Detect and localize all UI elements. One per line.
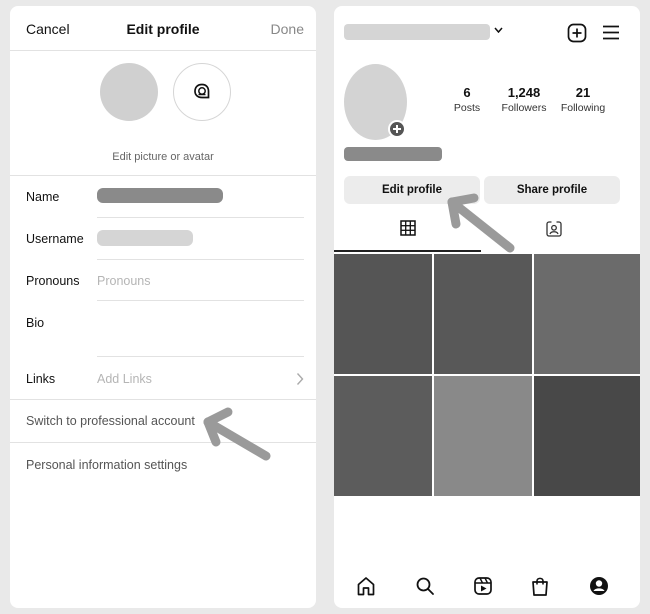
post-thumbnail[interactable] — [434, 254, 532, 374]
posts-grid — [334, 254, 640, 496]
field-divider — [97, 356, 304, 357]
links-label: Links — [26, 372, 56, 386]
personal-info-link[interactable]: Personal information settings — [26, 458, 187, 472]
reels-icon[interactable] — [473, 576, 493, 596]
profile-picture[interactable] — [100, 63, 158, 121]
field-divider — [97, 259, 304, 260]
links-field[interactable]: Add Links — [97, 372, 152, 386]
switch-professional-link[interactable]: Switch to professional account — [26, 414, 195, 428]
username-switcher[interactable] — [344, 24, 490, 40]
chevron-down-icon[interactable] — [494, 27, 503, 33]
chat-avatar-icon — [194, 83, 210, 99]
header-divider — [10, 50, 316, 51]
edit-picture-link[interactable]: Edit picture or avatar — [10, 151, 316, 163]
search-icon[interactable] — [415, 576, 435, 596]
posts-label: Posts — [453, 102, 481, 114]
followers-label: Followers — [501, 102, 547, 114]
pronouns-field[interactable]: Pronouns — [97, 274, 151, 288]
following-count: 21 — [575, 85, 591, 100]
shop-icon[interactable] — [530, 576, 550, 597]
username-label: Username — [26, 232, 84, 246]
arrow-annotation — [447, 193, 515, 253]
followers-stat[interactable]: 1,248 Followers — [498, 85, 550, 114]
pronouns-label: Pronouns — [26, 274, 80, 288]
username-field[interactable] — [97, 230, 193, 246]
posts-stat[interactable]: 6 Posts — [450, 85, 484, 114]
post-thumbnail[interactable] — [334, 254, 432, 374]
chevron-right-icon — [296, 373, 304, 385]
plus-icon[interactable] — [388, 120, 406, 138]
links-divider — [10, 399, 316, 400]
grid-tab-icon[interactable] — [400, 220, 416, 236]
post-thumbnail[interactable] — [334, 376, 432, 496]
bio-field[interactable] — [97, 306, 304, 354]
following-label: Following — [560, 102, 606, 114]
bottom-nav — [334, 566, 640, 608]
followers-count: 1,248 — [507, 85, 541, 100]
following-stat[interactable]: 21 Following — [558, 85, 608, 114]
profile-icon[interactable] — [589, 576, 609, 596]
avatar-divider — [10, 175, 316, 176]
bio-label: Bio — [26, 316, 45, 330]
field-divider — [97, 300, 304, 301]
tagged-tab-icon[interactable] — [546, 220, 562, 237]
posts-count: 6 — [463, 85, 471, 100]
post-thumbnail[interactable] — [534, 376, 640, 496]
display-name — [344, 147, 442, 161]
done-button[interactable]: Done — [271, 21, 304, 37]
name-label: Name — [26, 190, 60, 204]
field-divider — [97, 217, 304, 218]
edit-profile-screen: Cancel Edit profile Done Edit picture or… — [10, 6, 316, 608]
menu-icon[interactable] — [602, 25, 620, 40]
add-post-icon[interactable] — [567, 23, 587, 43]
post-thumbnail[interactable] — [434, 376, 532, 496]
home-icon[interactable] — [356, 576, 376, 596]
arrow-annotation — [203, 407, 271, 461]
avatar-option[interactable] — [173, 63, 231, 121]
edit-profile-header: Cancel Edit profile Done — [10, 6, 316, 50]
profile-screen: 6 Posts 1,248 Followers 21 Following Edi… — [334, 6, 640, 608]
name-field[interactable] — [97, 188, 223, 203]
post-thumbnail[interactable] — [534, 254, 640, 374]
